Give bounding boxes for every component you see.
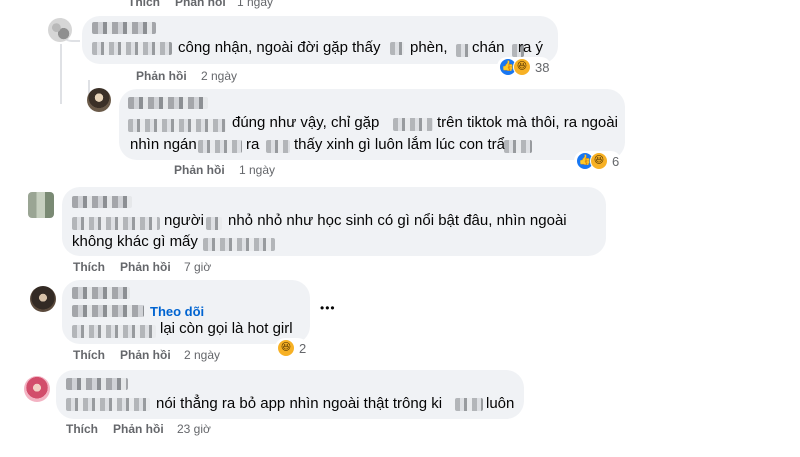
comment-text: nhỏ nhỏ như học sinh có gì nổi bật đâu, … xyxy=(228,212,567,229)
comment-text: chán xyxy=(472,39,505,56)
redacted-text xyxy=(66,398,150,411)
avatar[interactable] xyxy=(28,192,54,218)
comment-text: trên tiktok mà thôi, ra ngoài xyxy=(437,114,618,131)
comment-text: nói thẳng ra bỏ app nhìn ngoài thật trôn… xyxy=(156,395,443,412)
reaction-count: 2 xyxy=(299,340,307,356)
comment-text: luôn xyxy=(486,395,515,412)
comment-text: công nhận, ngoài đời gặp thấy xyxy=(178,39,381,56)
timestamp[interactable]: 7 giờ xyxy=(184,260,211,274)
comment-text: lại còn gọi là hot girl xyxy=(160,320,293,337)
author-name[interactable] xyxy=(72,196,132,208)
redacted-text xyxy=(206,217,222,230)
comment-text: phèn, xyxy=(410,39,448,56)
timestamp[interactable]: 2 ngày xyxy=(201,69,237,83)
comment-text: ra xyxy=(246,136,260,153)
reaction-count: 6 xyxy=(612,153,620,169)
redacted-text xyxy=(72,325,156,338)
redacted-text xyxy=(203,238,275,251)
thread-line xyxy=(60,44,62,104)
reaction-summary[interactable]: 👍 😆 38 xyxy=(497,57,552,77)
author-name[interactable] xyxy=(92,22,156,34)
redacted-text xyxy=(393,118,433,131)
timestamp[interactable]: 1 ngày xyxy=(239,163,275,177)
comment-text: ra ý xyxy=(518,39,544,56)
reply-button[interactable]: Phản hồi xyxy=(113,422,164,436)
haha-reaction-icon: 😆 xyxy=(590,152,608,170)
avatar[interactable] xyxy=(30,286,56,312)
follow-button[interactable]: Theo dõi xyxy=(150,304,204,319)
redacted-text xyxy=(128,119,226,132)
redacted-text xyxy=(504,140,532,153)
avatar[interactable] xyxy=(48,18,72,42)
author-name[interactable] xyxy=(72,287,130,299)
reaction-summary[interactable]: 👍 😆 6 xyxy=(574,151,622,171)
timestamp[interactable]: 2 ngày xyxy=(184,348,220,362)
author-name[interactable] xyxy=(128,97,208,109)
reply-button[interactable]: Phản hồi xyxy=(136,69,187,83)
like-button[interactable]: Thích xyxy=(128,0,160,9)
author-name[interactable] xyxy=(72,305,144,317)
haha-reaction-icon: 😆 xyxy=(513,58,531,76)
comment-text: người xyxy=(164,212,204,229)
haha-reaction-icon: 😆 xyxy=(277,339,295,357)
avatar[interactable] xyxy=(24,376,50,402)
avatar[interactable] xyxy=(87,88,111,112)
reply-button[interactable]: Phản hồi xyxy=(175,0,226,9)
reaction-count: 38 xyxy=(535,59,550,75)
redacted-text xyxy=(198,140,242,153)
comment-text: nhìn ngán xyxy=(130,136,197,153)
timestamp[interactable]: 23 giờ xyxy=(177,422,211,436)
comment-text: đúng như vậy, chỉ gặp xyxy=(232,114,380,131)
redacted-text xyxy=(455,398,483,411)
reaction-summary[interactable]: 😆 2 xyxy=(275,338,309,358)
reply-button[interactable]: Phản hồi xyxy=(120,260,171,274)
comment-text: thấy xinh gì luôn lắm lúc con trẩ xyxy=(294,136,505,153)
comment-text: không khác gì mấy xyxy=(72,233,198,250)
redacted-text xyxy=(92,42,172,55)
more-options-icon[interactable]: ••• xyxy=(320,301,336,315)
like-button[interactable]: Thích xyxy=(73,260,105,274)
reply-button[interactable]: Phản hồi xyxy=(120,348,171,362)
author-name[interactable] xyxy=(66,378,128,390)
timestamp[interactable]: 1 ngày xyxy=(237,0,273,9)
like-button[interactable]: Thích xyxy=(73,348,105,362)
redacted-text xyxy=(266,140,290,153)
redacted-text xyxy=(72,217,160,230)
like-button[interactable]: Thích xyxy=(66,422,98,436)
redacted-text xyxy=(456,44,470,57)
redacted-text xyxy=(390,42,404,55)
reply-button[interactable]: Phản hồi xyxy=(174,163,225,177)
